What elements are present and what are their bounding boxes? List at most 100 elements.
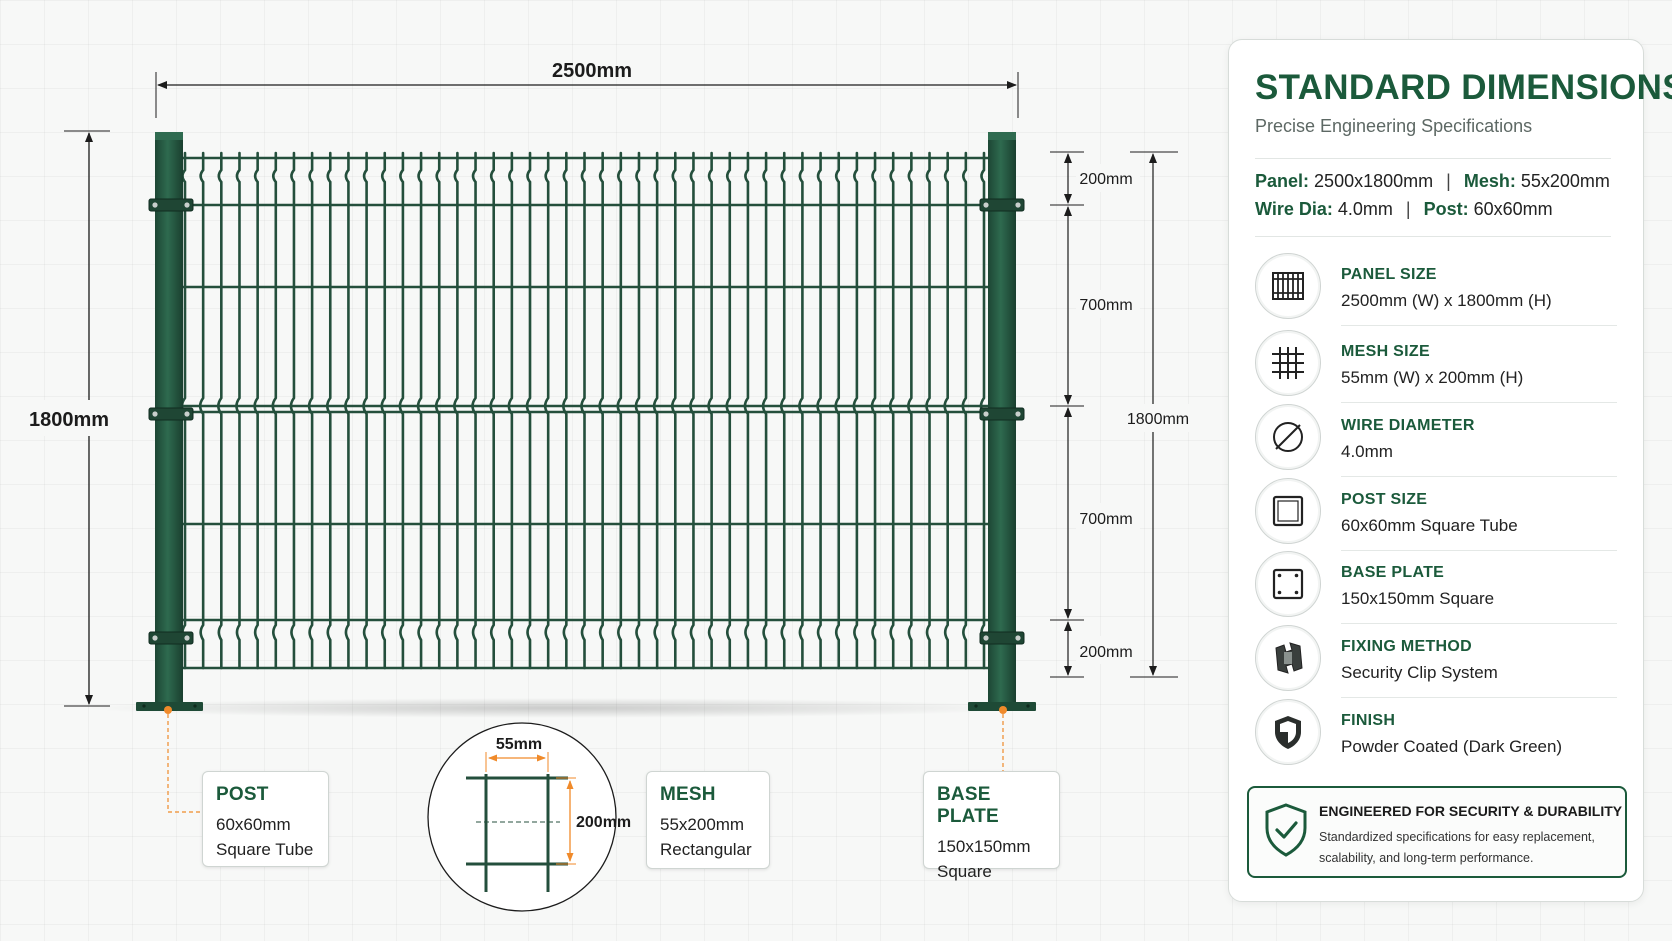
- clip-icon: [1275, 642, 1303, 674]
- summary-row-1: Panel: 2500x1800mm | Mesh: 55x200mm: [1255, 171, 1610, 192]
- base-plate-callout-line-1: 150x150mm: [937, 837, 1031, 856]
- vertical-wire: [362, 151, 368, 670]
- vertical-wire: [271, 151, 278, 670]
- vertical-wire: [689, 151, 695, 670]
- post-callout: POST 60x60mm Square Tube: [202, 771, 329, 867]
- vertical-wire: [870, 151, 877, 670]
- post-callout-line-2: Square Tube: [216, 840, 314, 859]
- mesh-callout-title: MESH: [660, 784, 716, 805]
- mesh-vertical-wires: [180, 151, 986, 670]
- spec-label: PANEL SIZE: [1341, 266, 1437, 283]
- vertical-wire: [707, 151, 713, 670]
- vertical-wire: [580, 151, 586, 670]
- panel-heading: STANDARD DIMENSIONS: [1255, 68, 1672, 107]
- vertical-wire: [925, 151, 931, 670]
- vertical-wire: [634, 151, 641, 670]
- vertical-wire: [543, 151, 550, 670]
- spec-value: Security Clip System: [1341, 663, 1498, 682]
- vertical-wire: [471, 151, 477, 670]
- vertical-wire: [325, 151, 332, 670]
- summary-panel-key: Panel:: [1255, 171, 1310, 191]
- vertical-wire: [253, 151, 259, 670]
- banner-text: Standardized specifications for easy rep…: [1319, 830, 1595, 865]
- base-plate-icon: [1272, 568, 1304, 600]
- segment-upper-label: 700mm: [1079, 297, 1132, 314]
- banner-title: ENGINEERED FOR SECURITY & DURABILITY: [1319, 803, 1623, 819]
- fence-panel: [180, 151, 988, 670]
- summary-row-2: Wire Dia: 4.0mm | Post: 60x60mm: [1255, 199, 1553, 220]
- mesh-detail: 55mm 200mm: [427, 722, 631, 912]
- right-height-label: 1800mm: [1127, 411, 1189, 428]
- panel-subtitle: Precise Engineering Specifications: [1255, 116, 1533, 136]
- spec-value: 55mm (W) x 200mm (H): [1341, 368, 1524, 387]
- segment-dimensions: 200mm 700mm 700mm 200mm 1800mm: [1050, 151, 1192, 678]
- spec-label: WIRE DIAMETER: [1341, 417, 1475, 434]
- summary-wire-key: Wire Dia:: [1255, 199, 1333, 219]
- vertical-wire: [616, 151, 623, 670]
- mesh-callout-line-2: Rectangular: [660, 840, 752, 859]
- spec-row-post-size: POST SIZE 60x60mm Square Tube: [1255, 478, 1617, 551]
- security-clip: [979, 631, 1025, 645]
- left-height-dimension: 1800mm: [20, 130, 120, 707]
- spec-value: 150x150mm Square: [1341, 589, 1495, 608]
- security-clip: [148, 407, 194, 421]
- summary-divider: [1255, 236, 1611, 237]
- segment-top-label: 200mm: [1079, 171, 1132, 188]
- vertical-wire: [671, 151, 677, 670]
- left-post: [136, 132, 203, 711]
- width-dimension: 2500mm: [155, 60, 1019, 118]
- spec-label: FIXING METHOD: [1341, 638, 1473, 655]
- square-tube-icon: [1272, 495, 1304, 527]
- vertical-wire: [453, 151, 459, 670]
- mesh-grid-icon: [1272, 347, 1304, 379]
- vertical-wire: [834, 151, 841, 670]
- vertical-wire: [852, 151, 859, 670]
- vertical-wire: [489, 151, 496, 670]
- vertical-wire: [907, 151, 913, 670]
- spec-row-finish: FINISH Powder Coated (Dark Green): [1255, 699, 1617, 772]
- ground-shadow: [85, 698, 1025, 718]
- security-clip: [148, 198, 194, 212]
- vertical-wire: [943, 151, 949, 670]
- vertical-wire: [961, 151, 968, 670]
- spec-row-fixing-method: FIXING METHOD Security Clip System: [1255, 625, 1617, 698]
- summary-separator: |: [1405, 199, 1411, 219]
- spec-value: 2500mm (W) x 1800mm (H): [1341, 291, 1552, 310]
- spec-row-wire-diameter: WIRE DIAMETER 4.0mm: [1255, 404, 1617, 477]
- summary-post-value: 60x60mm: [1473, 199, 1553, 219]
- vertical-wire: [525, 151, 532, 670]
- vertical-wire: [507, 151, 514, 670]
- spec-row-mesh-size: MESH SIZE 55mm (W) x 200mm (H): [1255, 330, 1617, 403]
- vertical-wire: [743, 151, 750, 670]
- segment-bottom-label: 200mm: [1079, 644, 1132, 661]
- spec-label: FINISH: [1341, 712, 1396, 729]
- mesh-detail-width: 55mm: [496, 736, 542, 753]
- spec-value: Powder Coated (Dark Green): [1341, 737, 1563, 756]
- vertical-wire: [235, 151, 241, 670]
- security-clip: [979, 198, 1025, 212]
- summary-post-key: Post:: [1423, 199, 1469, 219]
- standard-dimensions-panel: STANDARD DIMENSIONS Precise Engineering …: [1228, 39, 1672, 902]
- security-clip: [979, 407, 1025, 421]
- right-post: [968, 132, 1036, 711]
- vertical-wire: [380, 151, 387, 670]
- vertical-wire: [888, 151, 895, 670]
- vertical-wire: [307, 151, 314, 670]
- panel-grid-icon: [1272, 272, 1304, 300]
- shield-icon: [1275, 716, 1301, 749]
- summary-separator: |: [1446, 171, 1451, 191]
- summary-mesh-key: Mesh:: [1463, 171, 1516, 191]
- vertical-wire: [344, 151, 350, 670]
- spec-label: MESH SIZE: [1341, 343, 1430, 360]
- spec-value: 4.0mm: [1341, 442, 1393, 461]
- vertical-wire: [562, 151, 568, 670]
- width-label: 2500mm: [552, 60, 632, 82]
- spec-label: BASE PLATE: [1341, 564, 1445, 581]
- base-plate-callout-title: BASE PLATE: [937, 784, 999, 827]
- summary-wire-value: 4.0mm: [1337, 199, 1393, 219]
- post-leader: [164, 706, 202, 813]
- spec-row-base-plate: BASE PLATE 150x150mm Square: [1255, 551, 1617, 624]
- post-callout-line-1: 60x60mm: [216, 815, 291, 834]
- left-height-label: 1800mm: [29, 409, 109, 431]
- mesh-callout: MESH 55x200mm Rectangular: [646, 771, 770, 869]
